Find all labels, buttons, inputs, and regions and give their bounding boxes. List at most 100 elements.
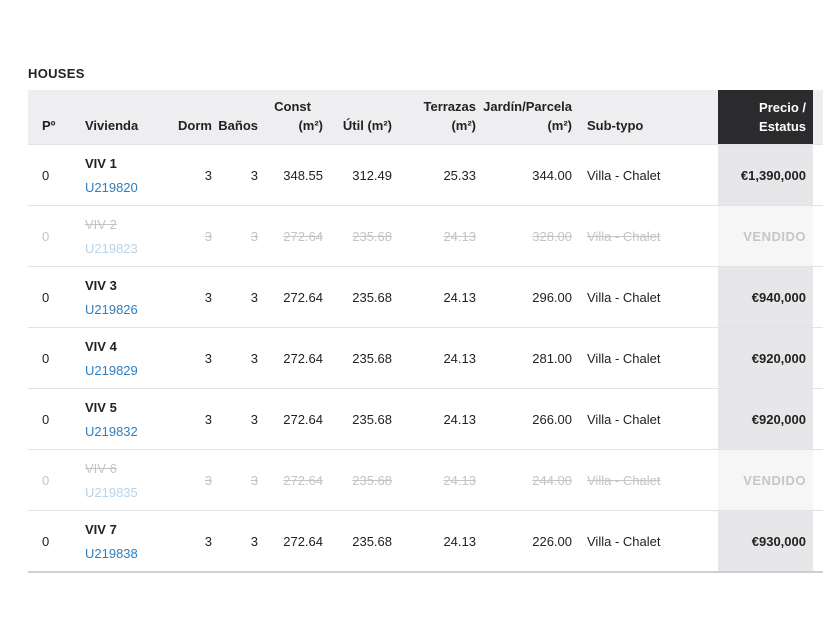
- vivienda-name: VIV 2: [85, 216, 117, 232]
- vivienda-ref-link[interactable]: U219829: [85, 361, 160, 380]
- row-util: 235.68: [352, 228, 392, 244]
- header-terrazas-line1: Terrazas: [423, 99, 476, 114]
- row-vivienda: VIV 7 U219838: [72, 520, 160, 563]
- header-const-line2: (m²): [298, 118, 323, 133]
- vivienda-name: VIV 1: [85, 155, 117, 171]
- row-terrazas: 24.13: [443, 472, 476, 488]
- row-terrazas: 24.13: [443, 411, 476, 427]
- houses-table: Pº Vivienda Dorm Baños Const (m²) Útil (…: [28, 90, 823, 573]
- table-row[interactable]: 0 VIV 6 U219835 3 3 272.64 235.68 24.13 …: [28, 449, 823, 510]
- row-p: 0: [42, 167, 50, 183]
- row-precio: VENDIDO: [718, 450, 813, 510]
- row-jardin: 328.00: [532, 228, 572, 244]
- row-banos: 3: [250, 289, 258, 305]
- table-row[interactable]: 0 VIV 7 U219838 3 3 272.64 235.68 24.13 …: [28, 510, 823, 571]
- row-subtipo: Villa - Chalet: [587, 289, 661, 305]
- header-const[interactable]: Const (m²): [258, 97, 323, 135]
- row-precio: €920,000: [718, 389, 813, 449]
- table-row[interactable]: 0 VIV 2 U219823 3 3 272.64 235.68 24.13 …: [28, 205, 823, 266]
- row-terrazas: 24.13: [443, 289, 476, 305]
- header-jardin-line1: Jardín/Parcela: [483, 99, 572, 114]
- row-dorm: 3: [204, 289, 212, 305]
- row-terrazas: 24.13: [443, 533, 476, 549]
- vivienda-name: VIV 6: [85, 460, 117, 476]
- row-const: 272.64: [283, 472, 323, 488]
- table-row[interactable]: 0 VIV 4 U219829 3 3 272.64 235.68 24.13 …: [28, 327, 823, 388]
- row-subtipo: Villa - Chalet: [587, 472, 661, 488]
- row-dorm: 3: [204, 167, 212, 183]
- section-title: HOUSES: [28, 66, 85, 81]
- header-util[interactable]: Útil (m²): [323, 116, 392, 135]
- vivienda-ref-link[interactable]: U219823: [85, 239, 160, 258]
- row-const: 272.64: [283, 228, 323, 244]
- header-p: Pº: [42, 118, 56, 133]
- header-precio[interactable]: Precio / Estatus: [718, 90, 813, 144]
- header-jardin[interactable]: Jardín/Parcela (m²): [476, 97, 572, 135]
- row-jardin: 296.00: [532, 289, 572, 305]
- header-jardin-line2: (m²): [547, 118, 572, 133]
- row-util: 235.68: [352, 411, 392, 427]
- row-subtipo: Villa - Chalet: [587, 533, 661, 549]
- vivienda-ref-link[interactable]: U219832: [85, 422, 160, 441]
- row-dorm: 3: [204, 533, 212, 549]
- row-const: 348.55: [283, 167, 323, 183]
- header-subtipo[interactable]: Sub-typo: [572, 116, 718, 135]
- table-header: Pº Vivienda Dorm Baños Const (m²) Útil (…: [28, 90, 823, 144]
- vivienda-ref-link[interactable]: U219826: [85, 300, 160, 319]
- vivienda-ref-link[interactable]: U219820: [85, 178, 160, 197]
- row-const: 272.64: [283, 289, 323, 305]
- row-p: 0: [42, 533, 50, 549]
- row-const: 272.64: [283, 411, 323, 427]
- row-precio: €930,000: [718, 511, 813, 571]
- row-vivienda: VIV 4 U219829: [72, 337, 160, 380]
- row-p: 0: [42, 472, 50, 488]
- row-banos: 3: [250, 167, 258, 183]
- table-row[interactable]: 0 VIV 3 U219826 3 3 272.64 235.68 24.13 …: [28, 266, 823, 327]
- row-dorm: 3: [204, 411, 212, 427]
- header-terrazas-line2: (m²): [451, 118, 476, 133]
- header-vivienda[interactable]: Vivienda: [72, 116, 160, 135]
- row-vivienda: VIV 3 U219826: [72, 276, 160, 319]
- row-precio: €1,390,000: [718, 145, 813, 205]
- row-util: 235.68: [352, 472, 392, 488]
- table-row[interactable]: 0 VIV 5 U219832 3 3 272.64 235.68 24.13 …: [28, 388, 823, 449]
- header-terrazas[interactable]: Terrazas (m²): [392, 97, 476, 135]
- row-subtipo: Villa - Chalet: [587, 228, 661, 244]
- row-util: 235.68: [352, 533, 392, 549]
- row-banos: 3: [250, 228, 258, 244]
- row-util: 235.68: [352, 289, 392, 305]
- row-jardin: 244.00: [532, 472, 572, 488]
- vivienda-name: VIV 4: [85, 338, 117, 354]
- row-p: 0: [42, 411, 50, 427]
- vivienda-ref-link[interactable]: U219835: [85, 483, 160, 502]
- row-jardin: 344.00: [532, 167, 572, 183]
- row-dorm: 3: [204, 472, 212, 488]
- row-precio: €920,000: [718, 328, 813, 388]
- row-util: 235.68: [352, 350, 392, 366]
- row-subtipo: Villa - Chalet: [587, 167, 661, 183]
- row-banos: 3: [250, 472, 258, 488]
- row-banos: 3: [250, 411, 258, 427]
- row-vivienda: VIV 5 U219832: [72, 398, 160, 441]
- row-terrazas: 25.33: [443, 167, 476, 183]
- row-jardin: 281.00: [532, 350, 572, 366]
- header-precio-line1: Precio /: [759, 100, 806, 115]
- row-subtipo: Villa - Chalet: [587, 411, 661, 427]
- header-banos[interactable]: Baños: [212, 116, 258, 135]
- row-util: 312.49: [352, 167, 392, 183]
- row-p: 0: [42, 289, 50, 305]
- row-precio: €940,000: [718, 267, 813, 327]
- header-dorm[interactable]: Dorm: [160, 116, 212, 135]
- vivienda-ref-link[interactable]: U219838: [85, 544, 160, 563]
- row-p: 0: [42, 350, 50, 366]
- row-p: 0: [42, 228, 50, 244]
- table-body: 0 VIV 1 U219820 3 3 348.55 312.49 25.33 …: [28, 144, 823, 571]
- table-row[interactable]: 0 VIV 1 U219820 3 3 348.55 312.49 25.33 …: [28, 144, 823, 205]
- row-precio: VENDIDO: [718, 206, 813, 266]
- row-dorm: 3: [204, 350, 212, 366]
- row-subtipo: Villa - Chalet: [587, 350, 661, 366]
- row-const: 272.64: [283, 350, 323, 366]
- row-dorm: 3: [204, 228, 212, 244]
- vivienda-name: VIV 7: [85, 521, 117, 537]
- row-jardin: 226.00: [532, 533, 572, 549]
